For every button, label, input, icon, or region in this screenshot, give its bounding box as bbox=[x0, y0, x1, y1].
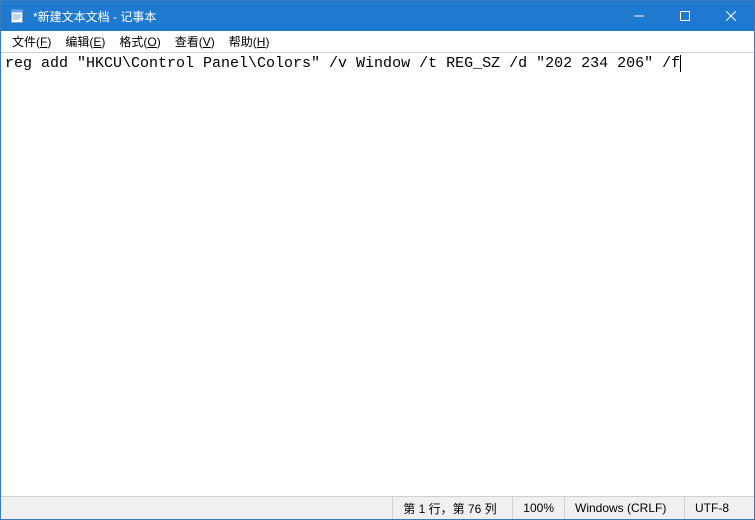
text-editor-area[interactable]: reg add "HKCU\Control Panel\Colors" /v W… bbox=[1, 53, 754, 496]
menu-format[interactable]: 格式(O) bbox=[112, 31, 167, 52]
titlebar[interactable]: *新建文本文档 - 记事本 bbox=[1, 1, 754, 31]
maximize-button[interactable] bbox=[662, 1, 708, 31]
status-position: 第 1 行，第 76 列 bbox=[392, 497, 512, 519]
menu-file[interactable]: 文件(F) bbox=[5, 31, 58, 52]
close-button[interactable] bbox=[708, 1, 754, 31]
notepad-window: *新建文本文档 - 记事本 文件(F) 编辑(E) 格式(O) 查看(V) 帮助… bbox=[0, 0, 755, 520]
statusbar: 第 1 行，第 76 列 100% Windows (CRLF) UTF-8 bbox=[1, 496, 754, 519]
menubar: 文件(F) 编辑(E) 格式(O) 查看(V) 帮助(H) bbox=[1, 31, 754, 53]
statusbar-spacer bbox=[1, 497, 392, 519]
menu-help[interactable]: 帮助(H) bbox=[222, 31, 277, 52]
status-encoding: UTF-8 bbox=[684, 497, 754, 519]
window-title: *新建文本文档 - 记事本 bbox=[31, 8, 616, 25]
minimize-button[interactable] bbox=[616, 1, 662, 31]
notepad-app-icon bbox=[9, 8, 25, 24]
menu-edit[interactable]: 编辑(E) bbox=[58, 31, 112, 52]
status-line-ending: Windows (CRLF) bbox=[564, 497, 684, 519]
editor-content: reg add "HKCU\Control Panel\Colors" /v W… bbox=[5, 55, 680, 72]
text-caret bbox=[680, 55, 681, 72]
status-zoom: 100% bbox=[512, 497, 564, 519]
menu-view[interactable]: 查看(V) bbox=[168, 31, 222, 52]
window-controls bbox=[616, 1, 754, 31]
